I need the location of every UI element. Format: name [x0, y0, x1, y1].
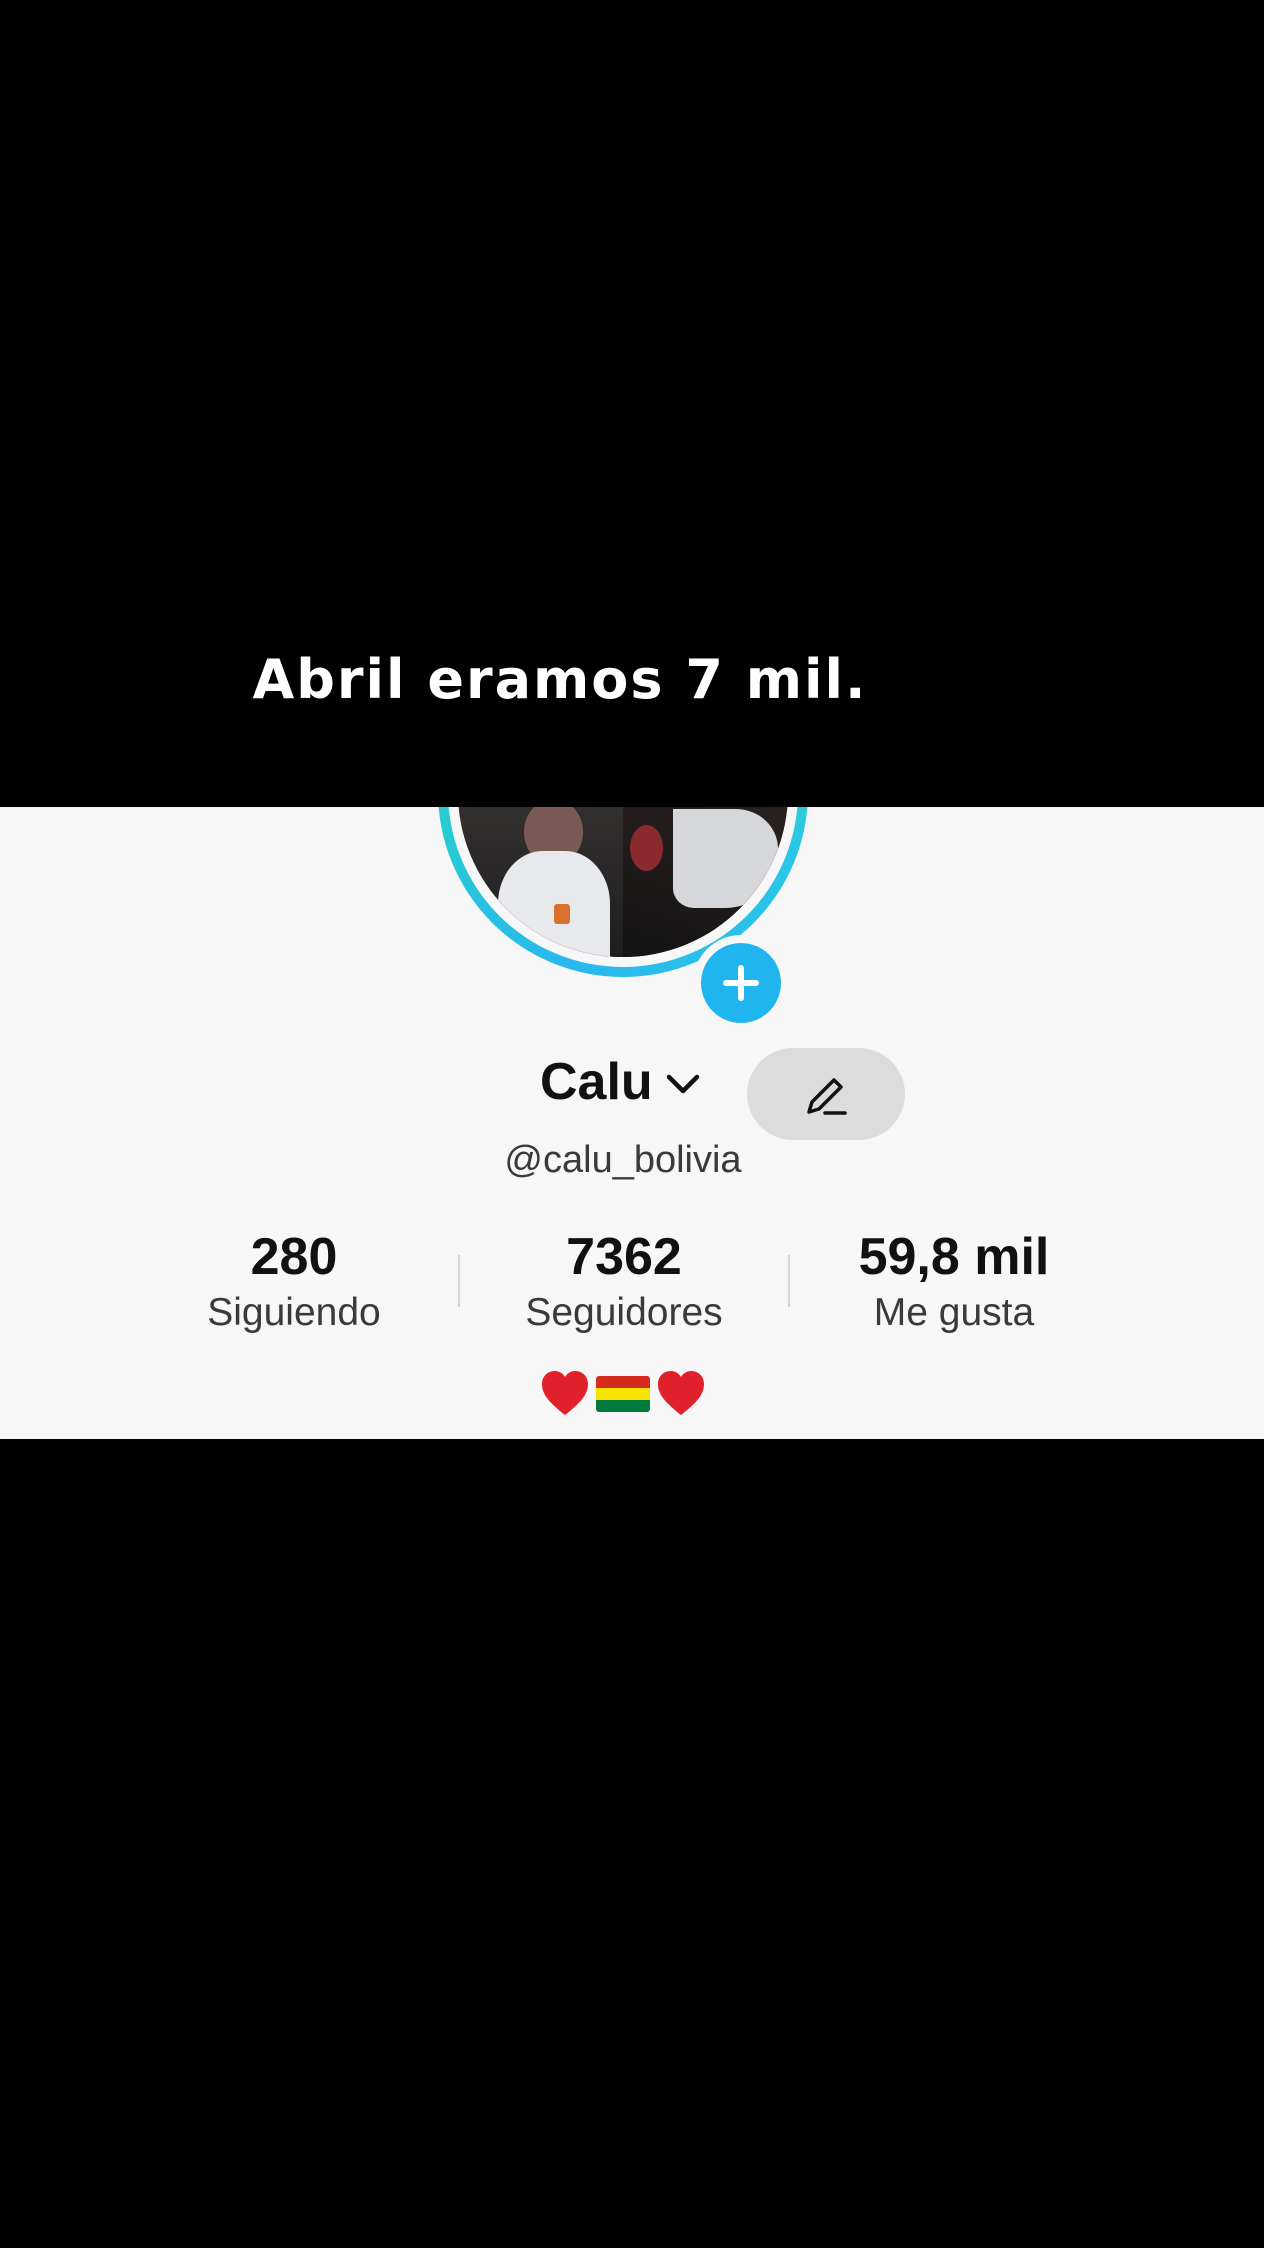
stat-divider: [788, 1255, 790, 1307]
username: @calu_bolivia: [504, 1139, 742, 1181]
followers-count: 7362: [566, 1228, 682, 1286]
video-frame: Abril eramos 7 mil. Calu @calu_bolivia 2…: [0, 0, 1264, 2248]
display-name: Calu: [540, 1053, 653, 1111]
pencil-icon: [807, 1078, 847, 1115]
stat-divider: [458, 1255, 460, 1307]
stat-followers[interactable]: 7362 Seguidores: [474, 1227, 774, 1339]
following-label: Siguiendo: [207, 1291, 381, 1334]
likes-count: 59,8 mil: [858, 1228, 1050, 1286]
add-story-button[interactable]: [693, 935, 789, 1031]
likes-label: Me gusta: [873, 1291, 1035, 1334]
chevron-down-icon: [666, 1074, 699, 1094]
bio: [0, 1367, 1246, 1421]
stat-following[interactable]: 280 Siguiendo: [144, 1227, 444, 1339]
following-count: 280: [250, 1228, 338, 1286]
heart-icon: [658, 1371, 704, 1415]
heart-icon: [542, 1371, 588, 1415]
edit-profile-button[interactable]: [747, 1048, 905, 1140]
followers-label: Seguidores: [525, 1291, 723, 1334]
stat-likes[interactable]: 59,8 mil Me gusta: [804, 1227, 1104, 1339]
display-name-row[interactable]: Calu: [540, 1047, 703, 1117]
plus-icon: [723, 965, 759, 1001]
bolivia-flag-icon: [596, 1376, 650, 1412]
video-caption: Abril eramos 7 mil.: [252, 648, 868, 711]
profile-card: Calu @calu_bolivia 280 Siguiendo 7362 Se…: [0, 807, 1264, 1439]
